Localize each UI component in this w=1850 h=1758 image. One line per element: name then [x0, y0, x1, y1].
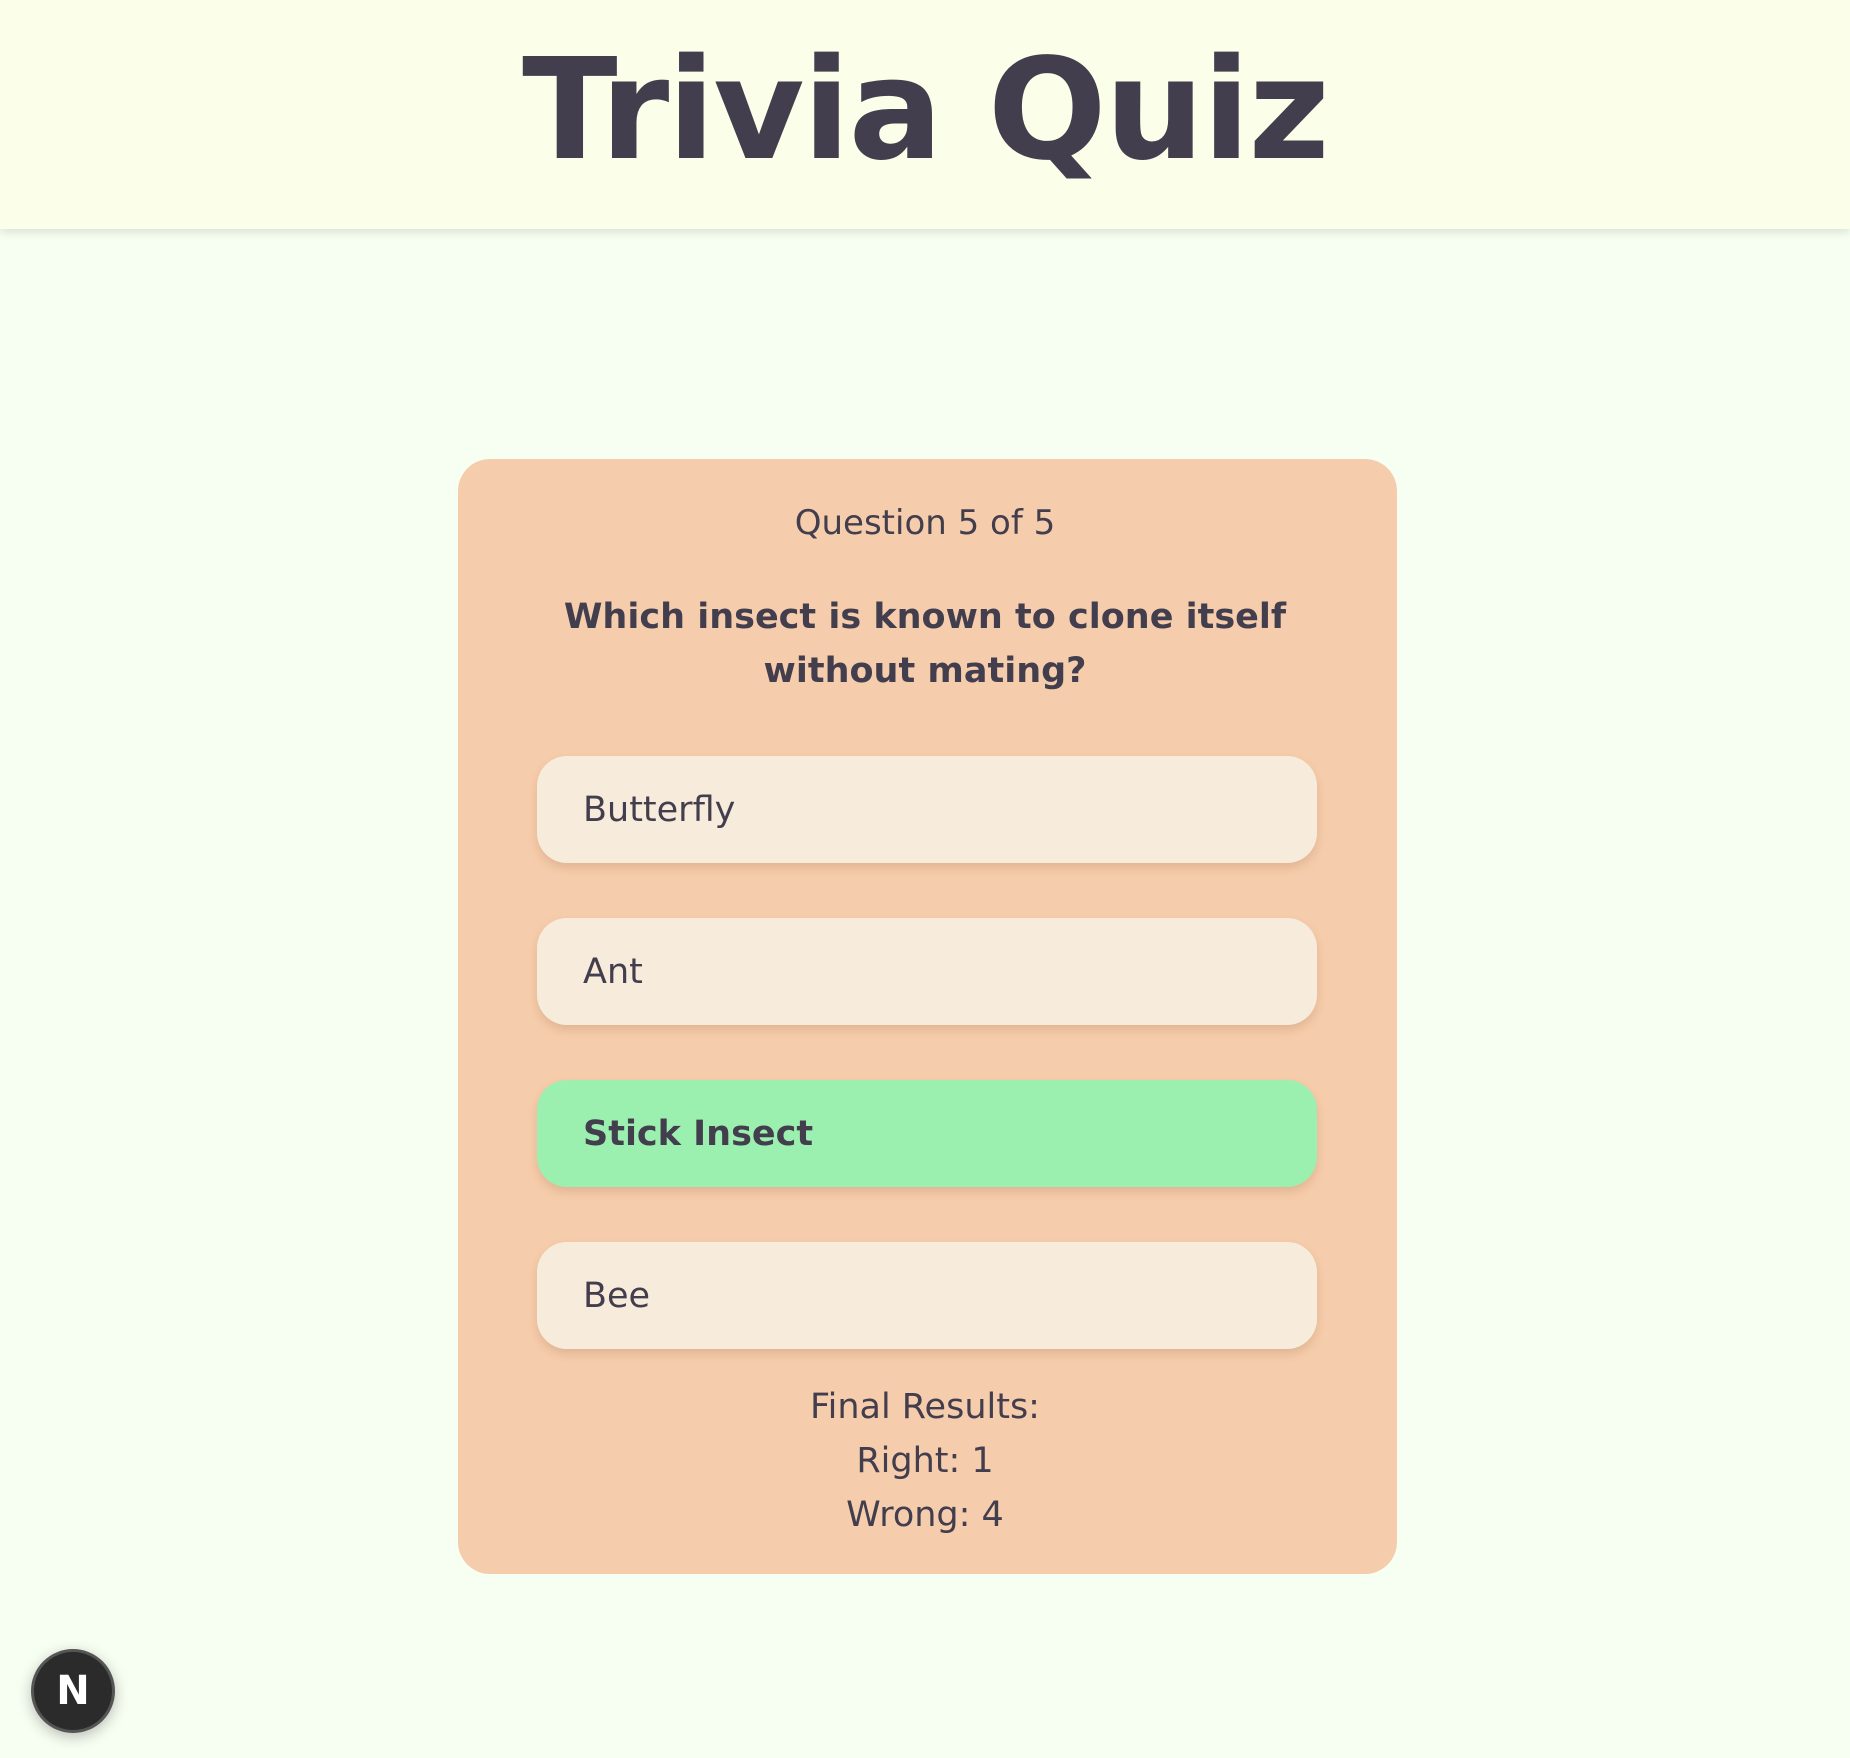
results-title: Final Results: — [810, 1387, 1040, 1427]
question-text: Which insect is known to clone itself wi… — [563, 597, 1287, 691]
answer-option-ant[interactable]: Ant — [537, 918, 1317, 1025]
answer-option-bee[interactable]: Bee — [537, 1242, 1317, 1349]
question-text-container: Which insect is known to clone itself wi… — [0, 590, 1850, 698]
answer-option-stick-insect-correct[interactable]: Stick Insect — [537, 1080, 1317, 1187]
nextjs-logo-icon[interactable]: N — [31, 1649, 115, 1733]
badge-letter: N — [56, 1668, 90, 1714]
question-counter: Question 5 of 5 — [794, 503, 1056, 543]
site-header: Trivia Quiz — [0, 0, 1850, 229]
results-wrong-count: Wrong: 4 — [846, 1495, 1004, 1535]
results-right-count: Right: 1 — [856, 1441, 994, 1481]
page-title: Trivia Quiz — [522, 28, 1330, 192]
answer-option-butterfly[interactable]: Butterfly — [537, 756, 1317, 863]
